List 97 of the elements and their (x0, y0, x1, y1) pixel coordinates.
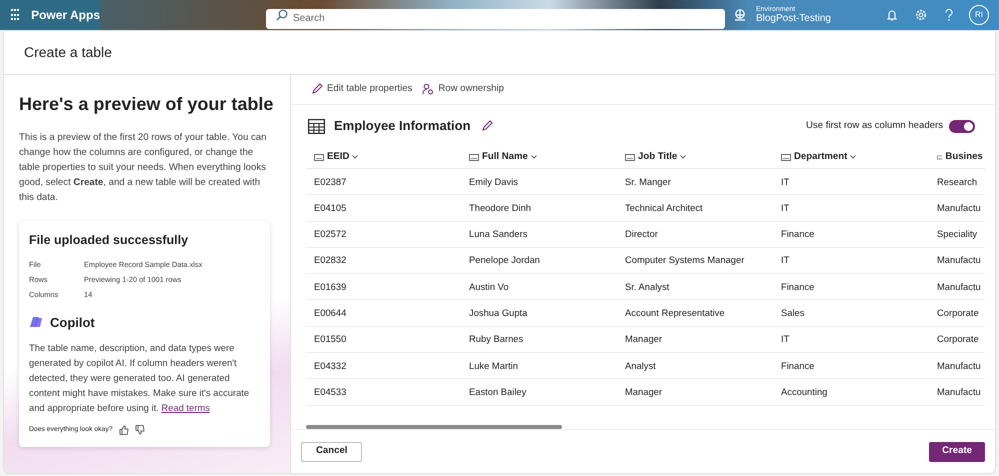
table-cell-text: E04105 (313, 200, 348, 215)
page-title: Create a table (24, 43, 112, 62)
column-header[interactable]: Busines (929, 150, 985, 165)
settings-icon (915, 9, 927, 21)
read-terms-link[interactable]: Read terms (161, 402, 210, 414)
table-cell-text: Sr. Manger (624, 174, 672, 189)
table-cell-text: E01639 (313, 280, 348, 294)
copilot-title: Copilot (50, 314, 95, 332)
table-cell-text: Director (624, 227, 659, 242)
card-title: File uploaded successfully (29, 232, 190, 249)
table-cell-text: IT (780, 332, 790, 346)
text-type-icon (937, 154, 942, 161)
table-cell-text: Account Representative (624, 306, 726, 320)
column-header[interactable]: EEID (306, 150, 461, 165)
table-cell-text: Manufactu (936, 253, 982, 268)
row-ownership-button[interactable]: Row ownership (422, 82, 504, 97)
table-cell-text: Manufactu (936, 358, 982, 373)
copilot-icon (29, 315, 43, 330)
horizontal-scrollbar[interactable] (306, 425, 562, 429)
table-cell-text: Sr. Analyst (624, 280, 670, 294)
app-name: Power Apps (31, 7, 100, 24)
table-cell-text: E04332 (313, 358, 348, 373)
preview-description: This is a preview of the first 20 rows of your table. You can change how the columns are configured, or change the table properties to suit your needs. When everything looks good, select Create, and a new table will be created with this data. (19, 130, 268, 204)
chevron-down-icon (352, 155, 358, 160)
column-header[interactable]: Job Title (617, 150, 773, 165)
table-cell-text: IT (780, 253, 790, 268)
table-cell-text: Manufactu (936, 200, 982, 215)
table-cell-text: IT (780, 200, 790, 215)
text-type-icon (314, 154, 324, 161)
table-name: Employee Information (334, 117, 471, 136)
environment-name[interactable]: BlogPost-Testing (756, 14, 831, 24)
table-cell-text: Accounting (780, 384, 828, 399)
table-cell-text: E02832 (313, 253, 348, 268)
table-cell-text: Penelope Jordan (468, 253, 541, 268)
table-cell-text: Austin Vo (468, 280, 510, 294)
text-type-icon (469, 154, 479, 161)
table-cell-text: E04533 (313, 384, 348, 399)
table-cell-text: Finance (780, 358, 816, 373)
table-cell-text: Theodore Dinh (468, 200, 532, 215)
table-cell-text: E02387 (313, 174, 348, 189)
table-cell-text: Sales (780, 306, 806, 320)
table-cell-text: Corporate (936, 332, 980, 346)
edit-icon (311, 83, 323, 96)
thumbs-down-button[interactable] (134, 425, 144, 436)
table-cell-text: Speciality (936, 227, 978, 242)
table-icon (308, 118, 325, 134)
table-cell-text: Analyst (624, 358, 657, 373)
app-launcher-icon[interactable] (10, 8, 20, 22)
preview-heading: Here's a preview of your table (19, 93, 274, 116)
rename-table-button[interactable] (480, 120, 493, 132)
people-icon (422, 83, 434, 96)
bell-icon (887, 9, 897, 21)
table-cell-text: E00644 (313, 306, 348, 320)
column-header[interactable]: Full Name (461, 150, 617, 165)
table-cell-text: Manufactu (936, 280, 982, 294)
table-cell-text: Technical Architect (624, 200, 704, 215)
help-icon (945, 9, 953, 21)
settings-button[interactable] (915, 9, 927, 21)
notifications-button[interactable] (887, 9, 897, 21)
edit-icon (480, 120, 493, 132)
table-cell-text: Emily Davis (468, 174, 519, 189)
table-cell-text: E01550 (313, 332, 348, 346)
table-cell-text: Manager (624, 332, 664, 346)
table-cell-text: Research (936, 174, 978, 189)
help-button[interactable] (945, 9, 953, 21)
table-cell-text: Luna Sanders (468, 227, 528, 242)
table-cell-text: Manager (624, 384, 664, 399)
table-cell-text: Finance (780, 280, 816, 294)
table-cell-text: IT (780, 174, 790, 189)
thumbs-up-button[interactable] (118, 425, 128, 436)
search-field[interactable]: Search (266, 8, 725, 28)
cancel-button[interactable]: Cancel (301, 442, 362, 462)
header-toggle-label: Use first row as column headers (806, 118, 943, 133)
environment-icon (734, 9, 746, 21)
table-cell-text: Finance (780, 227, 816, 242)
table-cell-text: Corporate (936, 306, 980, 320)
table-cell-text: Joshua Gupta (468, 306, 528, 320)
chevron-down-icon (850, 155, 856, 160)
avatar[interactable]: RI (969, 5, 989, 25)
table-cell-text: E02572 (313, 227, 348, 242)
table-cell-text: Easton Bailey (468, 384, 528, 399)
chevron-down-icon (530, 155, 537, 160)
table-cell-text: Manufactu (936, 384, 982, 399)
column-header[interactable]: Department (773, 150, 929, 165)
edit-table-properties-button[interactable]: Edit table properties (311, 82, 412, 97)
copilot-description: The table name, description, and data types were generated by copilot AI. If column headers weren't detected, they were generated too. AI generated content might have mistakes. Make sure it's accurate and appropriate before using it. Read terms (29, 341, 250, 416)
thumbs-up-icon (118, 425, 128, 436)
table-cell-text: Computer Systems Manager (624, 253, 746, 268)
text-type-icon (781, 154, 791, 161)
header-toggle[interactable] (949, 120, 975, 132)
table-cell-text: Ruby Barnes (468, 332, 524, 346)
create-button[interactable]: Create (929, 442, 985, 462)
search-icon (276, 9, 288, 21)
chevron-down-icon (680, 155, 686, 160)
text-type-icon (625, 154, 635, 161)
table-cell-text: Luke Martin (468, 358, 519, 373)
thumbs-down-icon (134, 425, 144, 436)
